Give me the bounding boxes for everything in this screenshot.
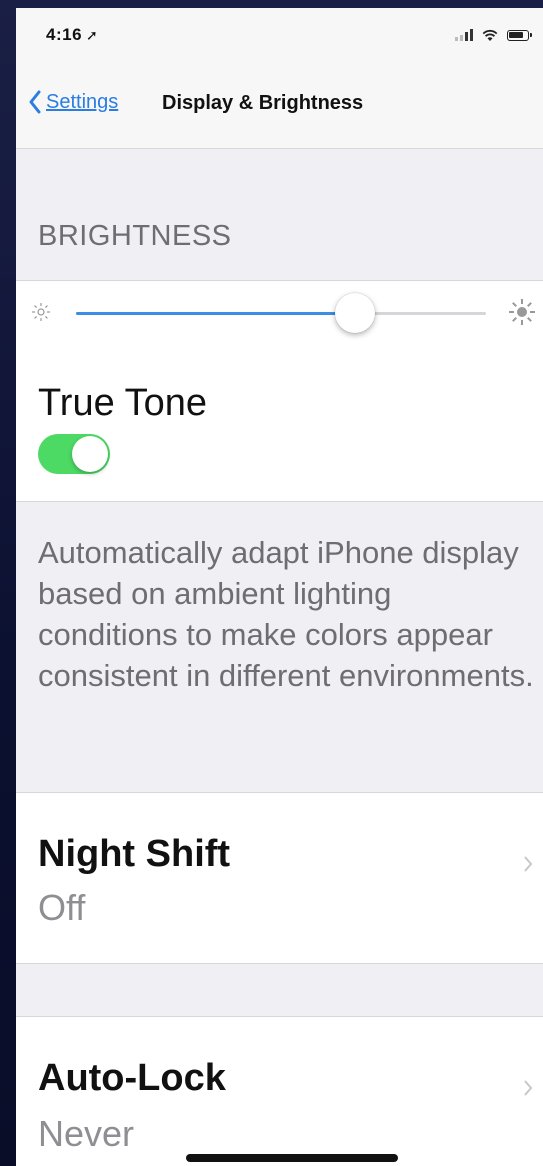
chevron-right-icon: [524, 1080, 533, 1096]
brightness-slider[interactable]: [76, 312, 486, 315]
status-time: 4:16 ➚: [46, 25, 98, 45]
status-time-text: 4:16: [46, 25, 83, 44]
cellular-signal-icon: [455, 29, 473, 41]
brightness-section-header: BRIGHTNESS: [38, 220, 232, 252]
back-chevron-icon: [29, 90, 41, 114]
wifi-icon: [482, 29, 498, 41]
night-shift-value: Off: [38, 887, 86, 928]
true-tone-cell: True Tone: [16, 344, 543, 502]
auto-lock-value: Never: [38, 1113, 135, 1154]
brightness-slider-row: [16, 280, 543, 346]
status-bar: 4:16 ➚: [16, 8, 543, 68]
brightness-slider-fill: [76, 312, 355, 315]
phone-screen: 4:16➚ Settings Display & Brightness BRI: [16, 8, 543, 1166]
auto-lock-cell[interactable]: Auto-Lock Never: [16, 1016, 543, 1166]
back-button[interactable]: Settings: [28, 90, 118, 114]
battery-icon: [507, 29, 532, 41]
true-tone-toggle[interactable]: [38, 434, 110, 474]
night-shift-title: Night Shift: [38, 833, 231, 875]
device-frame: 4:16➚ Settings Display & Brightness BRI: [0, 0, 543, 1166]
status-icons: [455, 28, 532, 42]
true-tone-label: True Tone: [38, 382, 207, 424]
location-arrow-icon: ➚: [86, 27, 99, 43]
home-indicator[interactable]: [186, 1154, 398, 1162]
sun-large-icon: [509, 299, 535, 325]
auto-lock-title: Auto-Lock: [38, 1057, 226, 1099]
toggle-knob: [72, 436, 108, 472]
night-shift-cell[interactable]: Night Shift Off: [16, 792, 543, 964]
chevron-right-icon: [524, 856, 533, 872]
page-title: Display & Brightness: [162, 92, 364, 114]
back-button-label: Settings: [46, 90, 119, 113]
sun-small-icon: [32, 303, 50, 321]
navigation-bar: Settings Display & Brightness: [16, 68, 543, 149]
true-tone-description: Automatically adapt iPhone display based…: [38, 535, 534, 693]
brightness-slider-thumb[interactable]: [334, 293, 375, 333]
